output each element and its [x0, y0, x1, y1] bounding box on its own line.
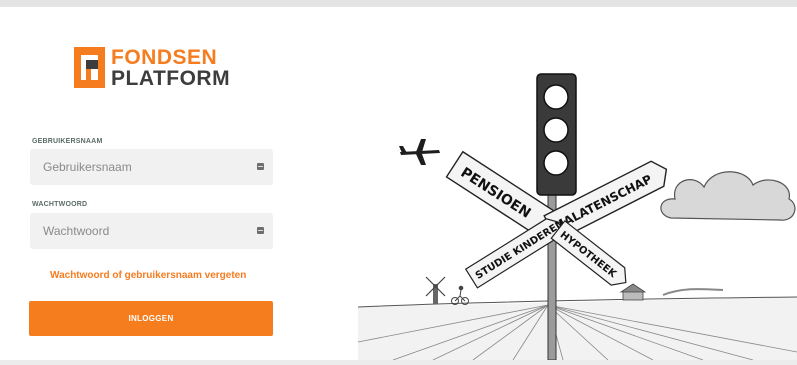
sign-hypotheek-label: HYPOTHEEK	[558, 230, 619, 281]
sign-hypotheek: HYPOTHEEK	[550, 220, 627, 286]
farm-house	[619, 283, 647, 301]
logo-mark-icon	[74, 47, 105, 88]
logo-text-line2: PLATFORM	[111, 67, 231, 90]
password-field-container	[30, 213, 273, 249]
logo: FONDSEN PLATFORM	[74, 43, 234, 95]
cyclist-icon	[451, 285, 469, 305]
top-strip	[0, 0, 797, 7]
username-input[interactable]	[30, 149, 253, 185]
password-input[interactable]	[30, 213, 253, 249]
ground	[358, 297, 797, 360]
key-icon	[257, 163, 264, 170]
key-icon	[257, 227, 264, 234]
password-label: WACHTWOORD	[32, 201, 88, 208]
illustration-panel: PENSIOEN NALATENSCHAP STUDIE KINDEREN HY…	[323, 7, 797, 361]
username-field-container	[30, 149, 273, 185]
logo-text-line1: FONDSEN	[111, 46, 218, 69]
cloud-shape	[660, 171, 796, 221]
traffic-light-icon	[536, 73, 577, 196]
windmill-icon	[425, 276, 446, 304]
username-label: GEBRUIKERSNAAM	[32, 138, 103, 145]
login-panel: FONDSEN PLATFORM GEBRUIKERSNAAM WACHTWOO…	[0, 7, 323, 360]
forgot-credentials-link[interactable]: Wachtwoord of gebruikersnaam vergeten	[50, 270, 246, 281]
crossroads-illustration: PENSIOEN NALATENSCHAP STUDIE KINDEREN HY…	[357, 73, 797, 361]
airplane-icon	[399, 139, 440, 165]
login-button[interactable]: INLOGGEN	[29, 301, 273, 336]
